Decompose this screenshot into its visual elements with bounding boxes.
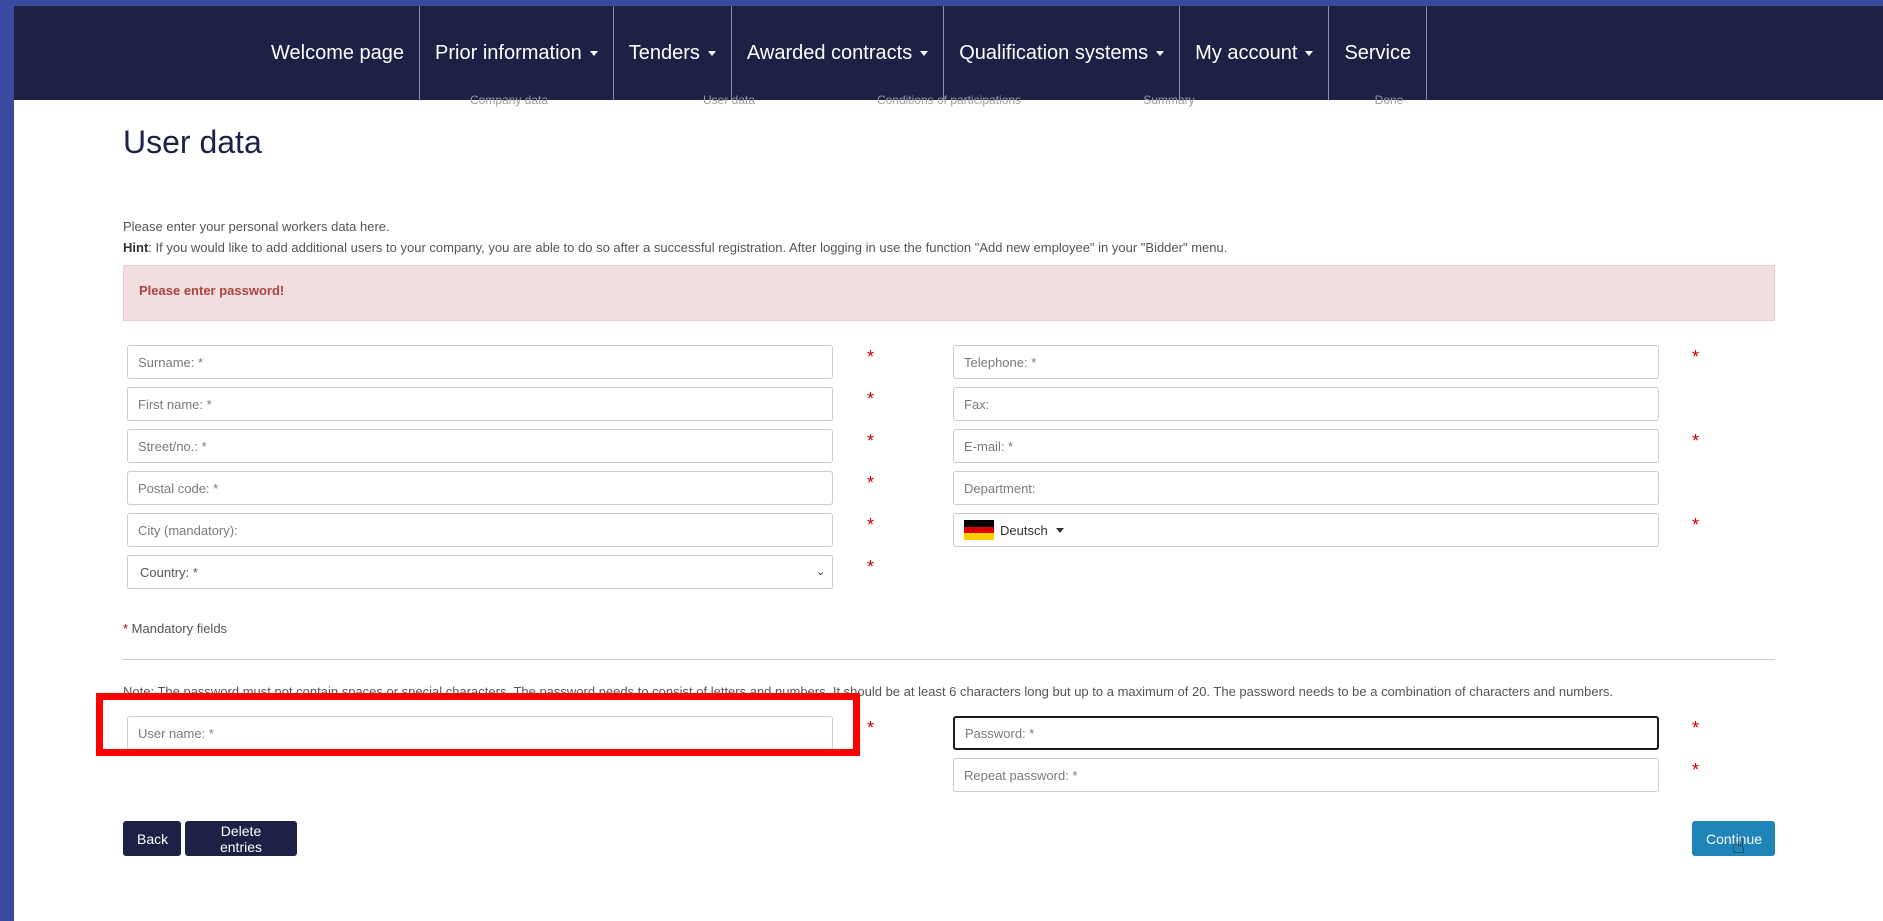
password-input[interactable] bbox=[953, 716, 1659, 750]
nav-qualification-systems[interactable]: Qualification systems bbox=[944, 6, 1181, 100]
repeat-password-input[interactable] bbox=[953, 758, 1659, 792]
nav-label: Qualification systems bbox=[959, 41, 1149, 64]
required-marker: * bbox=[1692, 718, 1700, 738]
hint-label: Hint bbox=[123, 240, 149, 255]
step-summary: Summary bbox=[1143, 93, 1195, 107]
nav-tenders[interactable]: Tenders bbox=[614, 6, 732, 100]
error-alert: Please enter password! bbox=[123, 265, 1775, 321]
delete-entries-button[interactable]: Delete entries bbox=[185, 821, 297, 856]
fax-input[interactable] bbox=[953, 387, 1659, 421]
mandatory-text: Mandatory fields bbox=[128, 621, 228, 636]
email-input[interactable] bbox=[953, 429, 1659, 463]
required-marker: * bbox=[867, 557, 875, 577]
registration-steps: Company data User data Conditions of par… bbox=[0, 93, 1883, 107]
page-title: User data bbox=[123, 124, 262, 160]
nav-label: Welcome page bbox=[271, 41, 405, 64]
nav-service[interactable]: Service bbox=[1329, 6, 1428, 100]
nav-label: Prior information bbox=[435, 41, 582, 64]
nav-prior-information[interactable]: Prior information bbox=[420, 6, 614, 100]
required-marker: * bbox=[1692, 515, 1700, 535]
intro-line: Please enter your personal workers data … bbox=[123, 219, 390, 234]
required-marker: * bbox=[1692, 431, 1700, 451]
nav-awarded-contracts[interactable]: Awarded contracts bbox=[732, 6, 945, 100]
germany-flag-icon bbox=[964, 520, 994, 540]
step-user-data: User data bbox=[702, 93, 756, 107]
surname-input[interactable] bbox=[127, 345, 833, 379]
step-company-data: Company data bbox=[469, 93, 549, 107]
intro-text: Please enter your personal workers data … bbox=[123, 216, 1227, 258]
country-select[interactable]: Country: * bbox=[127, 555, 833, 589]
department-input[interactable] bbox=[953, 471, 1659, 505]
main-navbar: Welcome page Prior information Tenders A… bbox=[14, 6, 1883, 100]
required-marker: * bbox=[867, 389, 875, 409]
nav-label: My account bbox=[1195, 41, 1298, 64]
nav-my-account[interactable]: My account bbox=[1180, 6, 1330, 100]
nav-welcome-page[interactable]: Welcome page bbox=[256, 6, 421, 100]
window-left-border bbox=[0, 0, 14, 921]
caret-down-icon bbox=[1055, 527, 1064, 533]
telephone-input[interactable] bbox=[953, 345, 1659, 379]
hint-text: : If you would like to add additional us… bbox=[148, 240, 1228, 255]
caret-down-icon bbox=[1305, 50, 1314, 56]
postal-code-input[interactable] bbox=[127, 471, 833, 505]
required-marker: * bbox=[867, 473, 875, 493]
mandatory-fields-note: * Mandatory fields bbox=[123, 621, 227, 636]
nav-label: Awarded contracts bbox=[746, 41, 913, 64]
caret-down-icon bbox=[589, 50, 598, 56]
nav-label: Service bbox=[1344, 41, 1412, 64]
nav-menu: Welcome page Prior information Tenders A… bbox=[256, 6, 1428, 100]
step-conditions: Conditions of participations bbox=[876, 93, 1022, 107]
divider bbox=[123, 659, 1775, 660]
step-done: Done bbox=[1374, 93, 1404, 107]
language-label: Deutsch bbox=[1000, 522, 1048, 538]
username-input[interactable] bbox=[127, 716, 833, 750]
required-marker: * bbox=[867, 515, 875, 535]
street-input[interactable] bbox=[127, 429, 833, 463]
caret-down-icon bbox=[920, 50, 929, 56]
password-note: Note: The password must not contain spac… bbox=[123, 684, 1614, 699]
required-marker: * bbox=[1692, 760, 1700, 780]
language-dropdown[interactable]: Deutsch bbox=[953, 513, 1659, 547]
required-marker: * bbox=[867, 431, 875, 451]
city-input[interactable] bbox=[127, 513, 833, 547]
caret-down-icon bbox=[1156, 50, 1165, 56]
required-marker: * bbox=[867, 718, 875, 738]
hand-pointer-icon: ☝ bbox=[1732, 833, 1746, 858]
caret-down-icon bbox=[707, 50, 716, 56]
first-name-input[interactable] bbox=[127, 387, 833, 421]
hint-line: Hint: If you would like to add additiona… bbox=[123, 237, 1227, 258]
nav-label: Tenders bbox=[628, 41, 700, 64]
required-marker: * bbox=[1692, 347, 1700, 367]
required-marker: * bbox=[867, 347, 875, 367]
back-button[interactable]: Back bbox=[123, 821, 181, 856]
